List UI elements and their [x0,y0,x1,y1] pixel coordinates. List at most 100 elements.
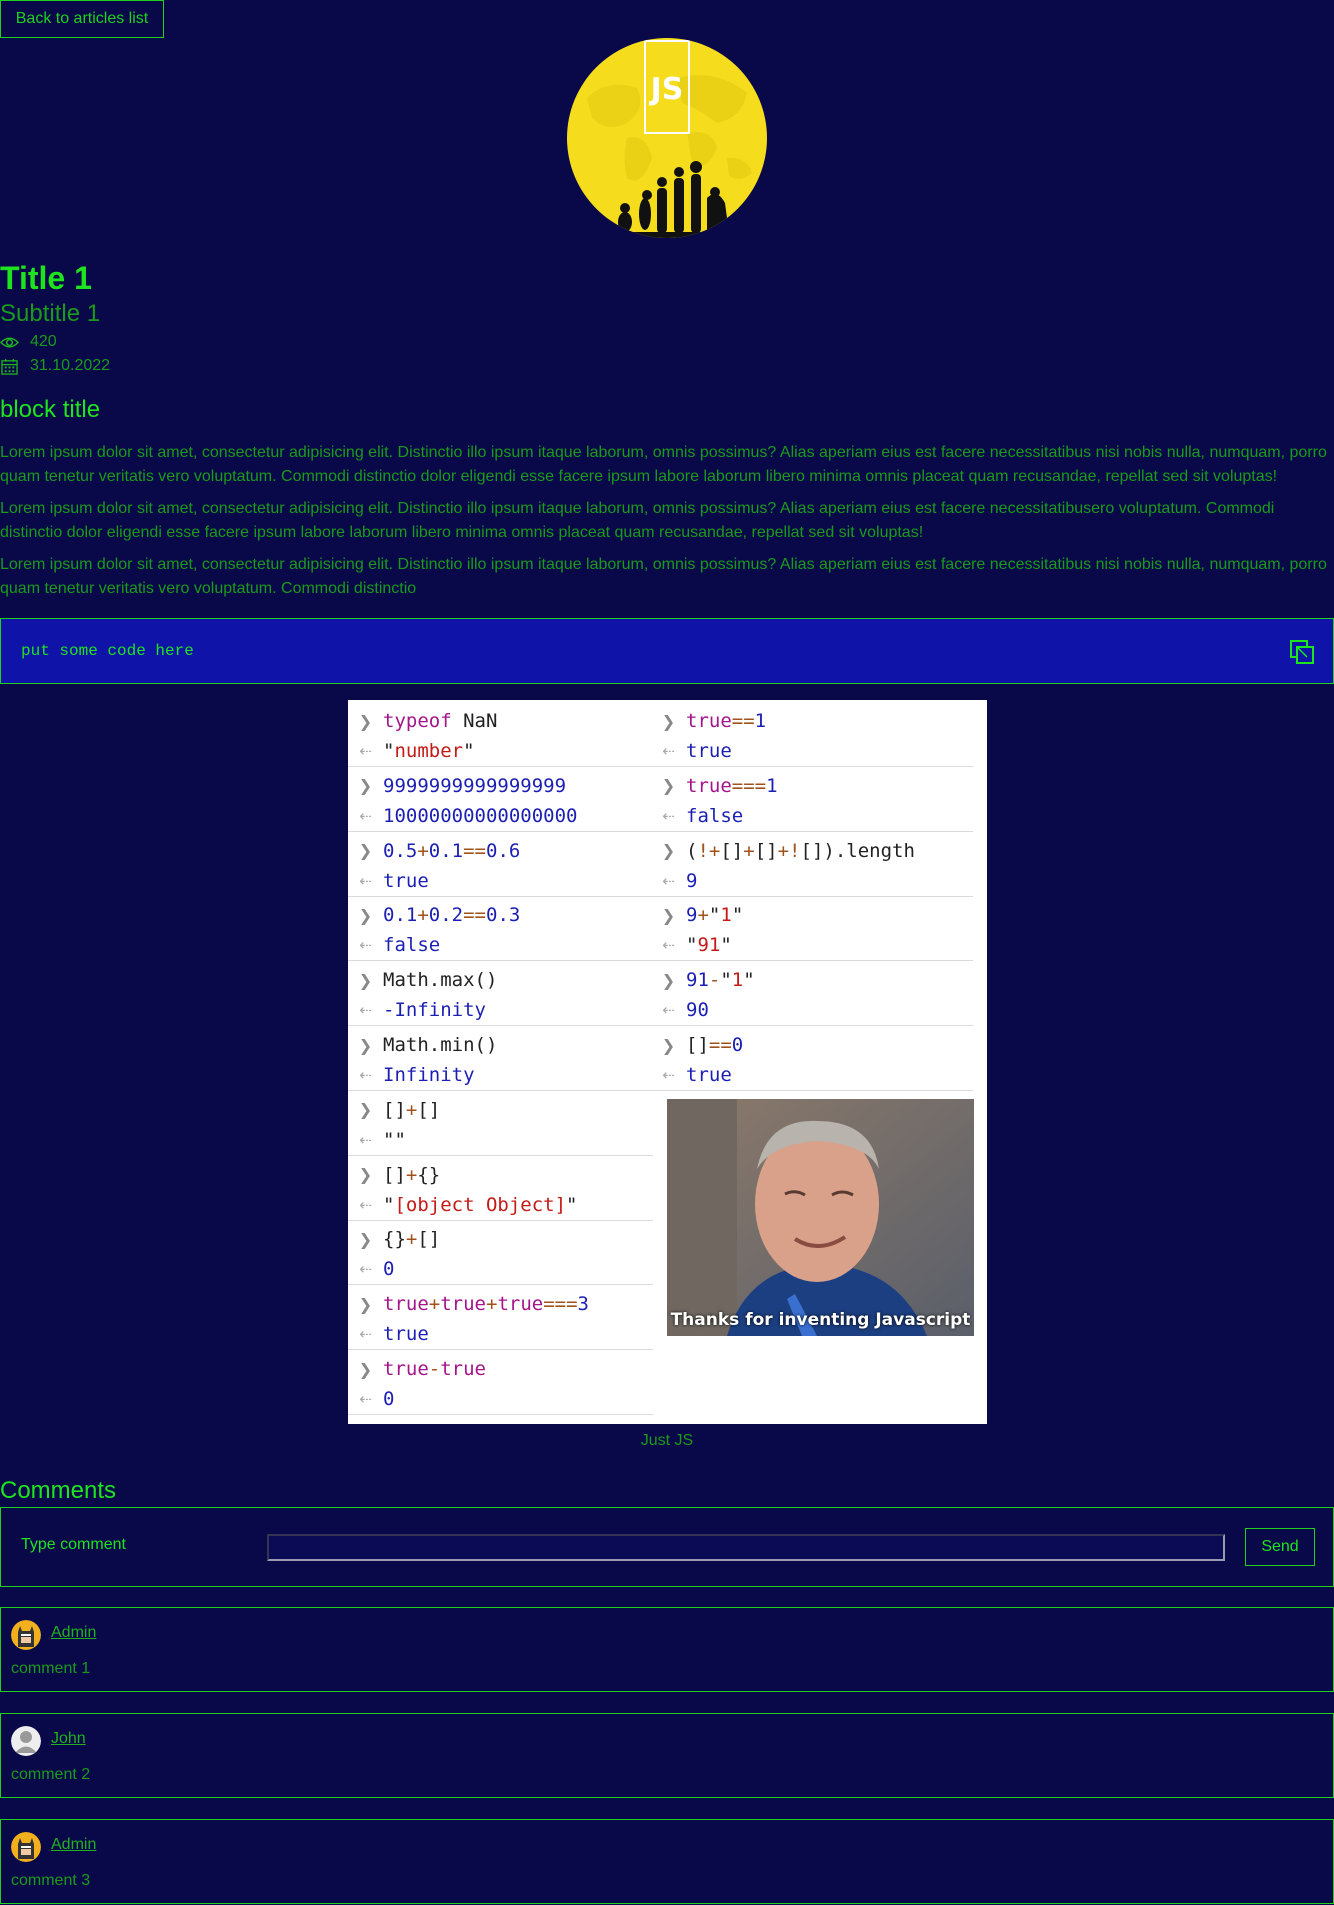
comment-author-link[interactable]: Admin [51,1836,96,1854]
article-date: 31.10.2022 [30,357,111,374]
console-entry: ❯ 9999999999999999 ⇠ 10000000000000000 [348,767,653,832]
photo: Thanks for inventing Javascript [667,1099,974,1336]
calendar-icon [1,358,18,375]
article-title: Title 1 [0,260,92,296]
chevron-right-icon: ❯ [358,1165,373,1185]
console-output: true [383,869,429,892]
console-output: false [686,804,744,827]
chevron-right-icon: ❯ [358,711,373,731]
return-arrow-icon: ⇠ [359,806,372,825]
send-button[interactable]: Send [1245,1528,1315,1566]
back-to-articles-button[interactable]: Back to articles list [0,0,164,38]
console-input: typeof NaN [383,710,498,732]
console-entry: ❯ true===1 ⇠ false [651,767,973,832]
comment-card: John comment 2 [0,1713,1334,1798]
chevron-right-icon: ❯ [358,1035,373,1055]
console-entry: ❯ 9+"1" ⇠ "91" [651,896,973,962]
return-arrow-icon: ⇠ [662,1001,675,1020]
console-output: "" [383,1128,406,1151]
return-arrow-icon: ⇠ [359,1130,372,1149]
console-input: {}+[] [383,1228,441,1251]
console-output: "[object Object]" [383,1193,578,1216]
comment-author-link[interactable]: John [51,1730,86,1748]
paragraph: Lorem ipsum dolor sit amet, consectetur … [0,444,1327,485]
chevron-right-icon: ❯ [358,1100,373,1120]
return-arrow-icon: ⇠ [662,1066,675,1084]
chevron-right-icon: ❯ [358,905,373,925]
comment-input[interactable] [267,1534,1225,1561]
comment-text: comment 1 [11,1660,91,1677]
console-output: -Infinity [383,999,486,1022]
console-entry: ❯ Math.min() ⇠ Infinity [348,1026,653,1091]
return-arrow-icon: ⇠ [359,1390,372,1408]
console-entry: ❯ true==1 ⇠ true [651,702,973,767]
chevron-right-icon: ❯ [358,1359,373,1379]
console-input: (!+[]+[]+![]).length [686,839,915,862]
views-row: 420 [0,332,57,352]
console-output: 90 [686,999,709,1022]
console-output: "91" [686,934,732,957]
default-user-avatar-icon [11,1726,41,1756]
console-entry: ❯ []+{} ⇠ "[object Object]" [348,1156,653,1221]
comment-text: comment 3 [11,1872,91,1889]
console-entry: ❯ (!+[]+[]+![]).length ⇠ 9 [651,832,973,897]
console-entry: ❯ Math.max() ⇠ -Infinity [348,961,653,1027]
console-input: 91-"1" [686,969,755,992]
comment-text: comment 2 [11,1766,91,1783]
console-input: []==0 [686,1034,744,1056]
console-entry: ❯ []==0 ⇠ true [651,1026,973,1091]
js-logo-text: JS [650,72,684,107]
code-block: put some code here [0,618,1334,684]
comments-title: Comments [0,1477,117,1504]
console-input: true===1 [686,774,778,797]
return-arrow-icon: ⇠ [359,936,372,955]
comment-card: Admin comment 1 [0,1607,1334,1692]
chevron-right-icon: ❯ [661,905,676,925]
console-input: true==1 [686,710,767,732]
paragraph: Lorem ipsum dolor sit amet, consectetur … [0,556,1327,597]
chevron-right-icon: ❯ [358,776,373,796]
figure-caption: Just JS [640,1432,694,1449]
console-input: []+{} [383,1163,441,1186]
js-meme-image: Thanks for inventing Javascript ❯ typeof … [348,700,987,1424]
return-arrow-icon: ⇠ [662,871,675,890]
return-arrow-icon: ⇠ [359,871,372,890]
views-count: 420 [30,333,57,350]
console-input: 0.1+0.2==0.3 [383,904,521,927]
console-entry: ❯ 0.5+0.1==0.6 ⇠ true [348,832,653,897]
block-title: block title [0,396,101,423]
date-row: 31.10.2022 [0,356,110,376]
console-entry: ❯ {}+[] ⇠ 0 [348,1220,653,1286]
comment-author-link[interactable]: Admin [51,1624,96,1642]
return-arrow-icon: ⇠ [359,1001,372,1020]
console-output: 10000000000000000 [383,804,578,827]
copy-icon[interactable] [1289,639,1315,665]
article-subtitle: Subtitle 1 [0,300,101,327]
return-arrow-icon: ⇠ [662,806,675,825]
console-entry: ❯ true-true ⇠ 0 [348,1350,653,1415]
console-input: true+true+true===3 [383,1293,589,1316]
return-arrow-icon: ⇠ [359,1260,372,1279]
console-input: []+[] [383,1098,441,1121]
console-output: true [686,1064,732,1086]
chevron-right-icon: ❯ [661,776,676,796]
return-arrow-icon: ⇠ [359,1066,372,1084]
console-output: "number" [383,740,475,762]
console-output: 0 [383,1388,395,1410]
console-input: 0.5+0.1==0.6 [383,839,521,862]
chevron-right-icon: ❯ [358,1294,373,1314]
comment-form: Type comment Send [0,1507,1334,1587]
return-arrow-icon: ⇠ [359,1195,372,1214]
console-input: true-true [383,1358,486,1380]
console-input: 9999999999999999 [383,774,567,797]
return-arrow-icon: ⇠ [662,936,675,955]
return-arrow-icon: ⇠ [359,742,372,760]
return-arrow-icon: ⇠ [359,1325,372,1344]
console-input: Math.min() [383,1034,498,1056]
batman-avatar-icon [11,1832,41,1862]
console-entry: ❯ true+true+true===3 ⇠ true [348,1285,653,1351]
chevron-right-icon: ❯ [661,1035,676,1055]
chevron-right-icon: ❯ [661,711,676,731]
console-entry: ❯ typeof NaN ⇠ "number" [348,702,653,767]
return-arrow-icon: ⇠ [662,742,675,760]
